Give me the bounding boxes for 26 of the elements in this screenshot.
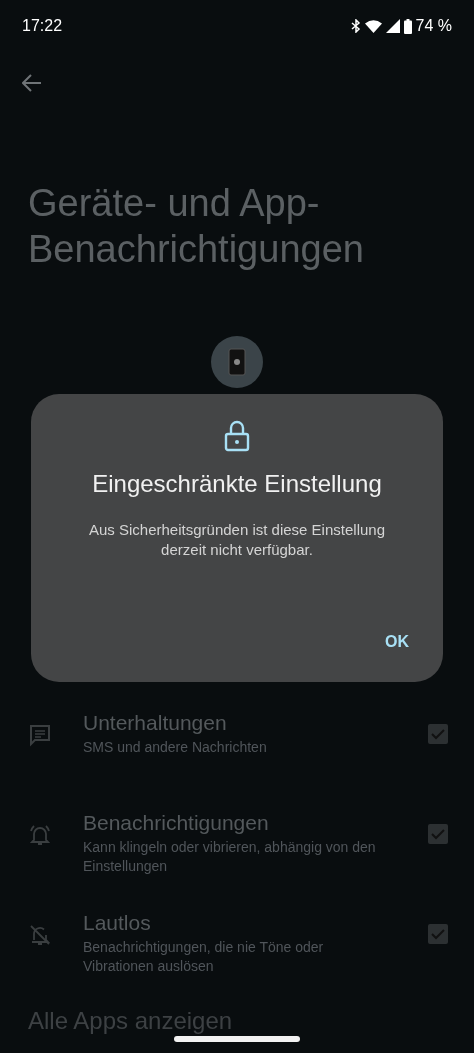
bell-off-icon: [28, 922, 52, 947]
lock-icon: [224, 420, 250, 452]
option-description: Kann klingeln oder vibrieren, abhängig von den Einstellungen: [83, 838, 377, 876]
app-icon: [211, 336, 263, 388]
option-title: Unterhaltungen: [83, 710, 228, 736]
option-description: Benachrichtigungen, die nie Töne oder Vibrationen auslösen: [83, 938, 325, 976]
option-title: Benachrichtigungen: [83, 810, 270, 836]
ringing-bell-icon: [28, 822, 52, 847]
checkbox[interactable]: [428, 824, 448, 844]
ok-button[interactable]: OK: [379, 626, 415, 658]
option-description: SMS und andere Nachrichten: [83, 738, 268, 757]
battery-icon: [403, 18, 412, 34]
bluetooth-icon: [350, 19, 361, 33]
clock: 17:22: [22, 16, 63, 36]
message-icon: [28, 722, 52, 747]
signal-icon: [385, 19, 400, 33]
dialog-message: Aus Sicherheitsgründen ist diese Einstellung derzeit nicht verfügbar.: [88, 520, 386, 560]
dialog-title: Eingeschränkte Einstellung: [91, 469, 383, 499]
checkbox[interactable]: [428, 924, 448, 944]
back-icon[interactable]: [22, 74, 42, 92]
option-title: Lautlos: [83, 910, 152, 936]
wifi-icon: [364, 19, 382, 33]
battery-percentage: 74 %: [415, 16, 452, 36]
page-title: Geräte- und App-Benachrichtigungen: [28, 181, 365, 272]
checkbox[interactable]: [428, 724, 448, 744]
home-indicator[interactable]: [174, 1036, 300, 1042]
